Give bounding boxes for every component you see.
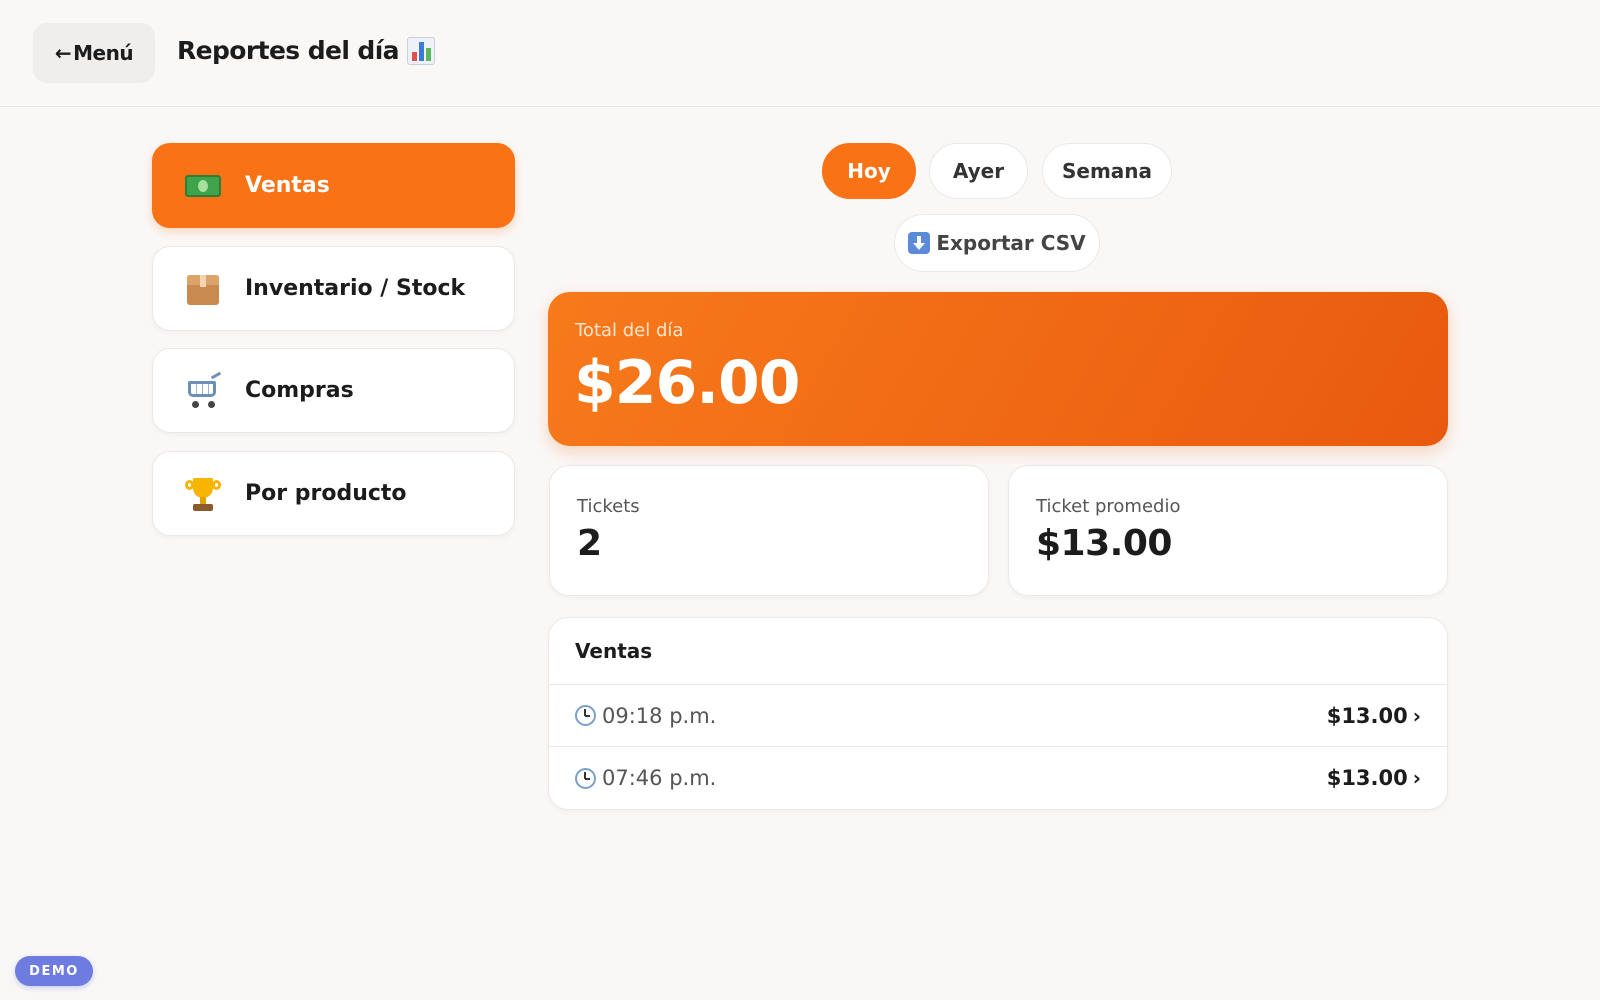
sales-list: Ventas 09:18 p.m. $13.00 › 07:46 p.m. $1… — [548, 617, 1448, 810]
download-icon — [908, 232, 931, 254]
total-value: $26.00 — [574, 348, 801, 418]
tickets-value: 2 — [577, 523, 602, 564]
package-icon — [183, 269, 223, 309]
period-tab-label: Hoy — [847, 159, 891, 183]
sidebar-item-label: Inventario / Stock — [245, 276, 466, 301]
sale-amount: $13.00 › — [1327, 766, 1421, 790]
sale-row[interactable]: 07:46 p.m. $13.00 › — [549, 747, 1447, 809]
sale-time-text: 07:46 p.m. — [602, 766, 717, 790]
sidebar-item-por-producto[interactable]: Por producto — [152, 451, 515, 536]
sidebar-item-ventas[interactable]: Ventas — [152, 143, 515, 228]
sidebar-item-compras[interactable]: Compras — [152, 348, 515, 433]
total-label: Total del día — [575, 320, 684, 341]
back-button-label: Menú — [73, 41, 134, 65]
sale-time: 09:18 p.m. — [575, 704, 716, 728]
average-ticket-value: $13.00 — [1036, 523, 1172, 564]
export-csv-button[interactable]: Exportar CSV — [894, 214, 1100, 272]
sale-row[interactable]: 09:18 p.m. $13.00 › — [549, 685, 1447, 747]
sale-time-text: 09:18 p.m. — [602, 703, 717, 728]
tickets-card: Tickets 2 — [549, 465, 989, 596]
period-tab-semana[interactable]: Semana — [1042, 143, 1172, 199]
sale-time: 07:46 p.m. — [575, 766, 716, 790]
sidebar-item-label: Compras — [245, 378, 354, 403]
total-card: Total del día $26.00 — [548, 292, 1448, 446]
demo-badge: DEMO — [15, 956, 93, 986]
sidebar-item-label: Por producto — [245, 481, 407, 506]
back-to-menu-button[interactable]: ← Menú — [33, 23, 155, 83]
sale-amount-text: $13.00 — [1326, 766, 1408, 790]
sales-list-title: Ventas — [549, 618, 1447, 685]
average-ticket-label: Ticket promedio — [1036, 496, 1181, 517]
sidebar-item-label: Ventas — [245, 173, 330, 198]
sale-amount: $13.00 › — [1327, 704, 1421, 728]
chevron-right-icon: › — [1412, 703, 1421, 728]
period-tab-hoy[interactable]: Hoy — [822, 143, 916, 199]
clock-icon — [575, 705, 596, 726]
back-arrow-icon: ← — [54, 41, 72, 65]
period-tab-ayer[interactable]: Ayer — [929, 143, 1028, 199]
chevron-right-icon: › — [1412, 766, 1421, 790]
sidebar-item-inventario[interactable]: Inventario / Stock — [152, 246, 515, 331]
shopping-cart-icon — [183, 371, 223, 411]
bar-chart-icon — [406, 36, 435, 65]
page-title-text: Reportes del día — [177, 36, 400, 65]
clock-icon — [575, 767, 596, 789]
top-bar: ← Menú Reportes del día — [0, 0, 1600, 107]
export-csv-label: Exportar CSV — [936, 231, 1086, 255]
average-ticket-card: Ticket promedio $13.00 — [1008, 465, 1448, 596]
money-icon — [183, 166, 223, 206]
period-tab-label: Ayer — [952, 159, 1005, 183]
trophy-icon — [183, 474, 223, 514]
tickets-label: Tickets — [577, 496, 640, 517]
page-title: Reportes del día — [177, 36, 435, 65]
sale-amount-text: $13.00 — [1326, 703, 1408, 728]
period-tab-label: Semana — [1061, 159, 1153, 183]
